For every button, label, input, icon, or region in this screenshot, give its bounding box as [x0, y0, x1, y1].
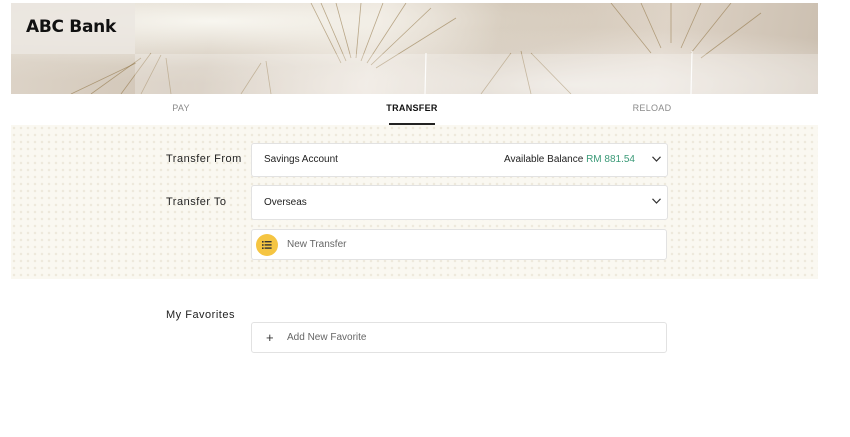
transfer-from-select[interactable]: Savings Account Available Balance RM 881…	[251, 143, 668, 177]
transfer-to-label: Transfer To	[166, 196, 227, 208]
tab-transfer[interactable]: TRANSFER	[381, 103, 443, 113]
chevron-down-icon[interactable]	[652, 198, 661, 204]
plus-icon: +	[266, 330, 274, 345]
new-transfer-label: New Transfer	[287, 239, 347, 250]
brand-name: ABC Bank	[26, 17, 116, 37]
list-icon	[262, 241, 272, 249]
tab-bar: PAY TRANSFER RELOAD	[11, 94, 818, 125]
new-transfer-button[interactable]: New Transfer	[251, 229, 667, 260]
available-balance: Available Balance RM 881.54	[504, 154, 635, 165]
transfer-from-label: Transfer From	[166, 153, 242, 165]
transfer-from-value: Savings Account	[264, 154, 338, 165]
tab-pay[interactable]: PAY	[166, 103, 196, 113]
tab-reload[interactable]: RELOAD	[629, 103, 675, 113]
chevron-down-icon[interactable]	[652, 156, 661, 162]
transfer-to-select[interactable]: Overseas	[251, 185, 668, 220]
add-new-favorite-button[interactable]: + Add New Favorite	[251, 322, 667, 353]
available-balance-label: Available Balance	[503, 154, 584, 165]
add-new-favorite-label: Add New Favorite	[287, 332, 367, 343]
list-icon-badge	[256, 234, 278, 256]
transfer-to-value: Overseas	[264, 197, 307, 208]
my-favorites-label: My Favorites	[166, 309, 235, 321]
header-banner: ABC Bank	[11, 3, 818, 94]
available-balance-amount: RM 881.54	[586, 154, 635, 165]
